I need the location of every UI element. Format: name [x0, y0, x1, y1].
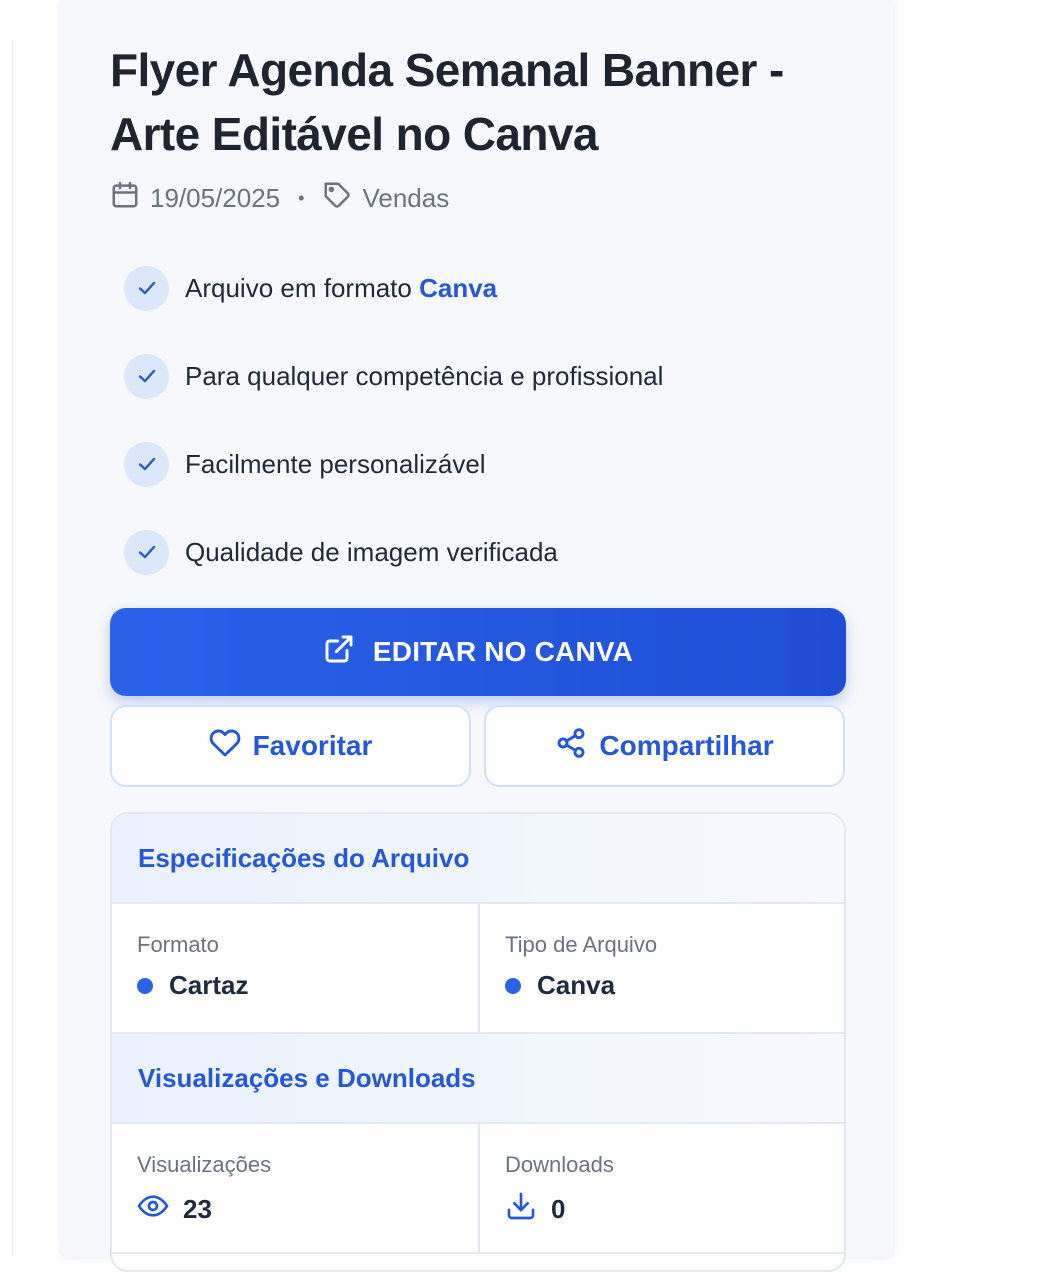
publish-date: 19/05/2025 [150, 183, 280, 214]
favorite-button-label: Favoritar [253, 730, 373, 762]
file-type-value-text: Canva [537, 970, 615, 1001]
eye-icon [137, 1190, 169, 1229]
heart-icon [209, 727, 241, 766]
specs-section-title: Especificações do Arquivo [112, 814, 844, 904]
bullet-dot-icon [505, 978, 521, 994]
meta-separator: • [298, 188, 304, 209]
stats-section-title: Visualizações e Downloads [112, 1034, 844, 1124]
views-value: 23 [137, 1190, 478, 1229]
file-type-cell: Tipo de Arquivo Canva [480, 904, 846, 1034]
share-button[interactable]: Compartilhar [484, 705, 845, 787]
format-value-text: Cartaz [169, 970, 248, 1001]
feature-text: Para qualquer competência e profissional [185, 361, 663, 392]
feature-text: Facilmente personalizável [185, 449, 486, 480]
views-cell: Visualizações 23 [112, 1124, 480, 1254]
format-cell: Formato Cartaz [112, 904, 480, 1034]
format-label: Formato [137, 932, 478, 958]
category-label[interactable]: Vendas [362, 183, 449, 214]
check-icon [124, 530, 169, 575]
file-type-label: Tipo de Arquivo [505, 932, 846, 958]
format-value: Cartaz [137, 970, 478, 1001]
product-details-card: Flyer Agenda Semanal Banner - Arte Editá… [60, 0, 894, 1257]
list-item: Qualidade de imagem verificada [124, 528, 824, 576]
external-link-icon [323, 633, 355, 672]
list-item: Arquivo em formato Canva [124, 264, 824, 312]
check-icon [124, 442, 169, 487]
views-label: Visualizações [137, 1152, 478, 1178]
share-button-label: Compartilhar [599, 730, 773, 762]
bullet-dot-icon [137, 978, 153, 994]
edit-in-canva-button[interactable]: EDITAR NO CANVA [110, 608, 846, 696]
check-icon [124, 266, 169, 311]
downloads-count: 0 [551, 1194, 565, 1225]
list-item: Para qualquer competência e profissional [124, 352, 824, 400]
edit-button-label: EDITAR NO CANVA [373, 636, 633, 668]
file-specifications-panel: Especificações do Arquivo Formato Cartaz… [110, 812, 846, 1272]
downloads-label: Downloads [505, 1152, 846, 1178]
download-icon [505, 1190, 537, 1229]
favorite-button[interactable]: Favoritar [110, 705, 471, 787]
feature-text: Arquivo em formato Canva [185, 273, 497, 304]
page-title: Flyer Agenda Semanal Banner - Arte Editá… [110, 38, 830, 166]
share-icon [555, 727, 587, 766]
page-edge-divider [12, 40, 13, 1257]
feature-text: Qualidade de imagem verificada [185, 537, 558, 568]
feature-highlight: Canva [419, 273, 497, 303]
tag-icon [322, 180, 352, 217]
check-icon [124, 354, 169, 399]
calendar-icon [110, 180, 140, 217]
product-meta: 19/05/2025 • Vendas [110, 178, 449, 218]
downloads-cell: Downloads 0 [480, 1124, 846, 1254]
file-type-value: Canva [505, 970, 846, 1001]
list-item: Facilmente personalizável [124, 440, 824, 488]
downloads-value: 0 [505, 1190, 846, 1229]
views-count: 23 [183, 1194, 212, 1225]
